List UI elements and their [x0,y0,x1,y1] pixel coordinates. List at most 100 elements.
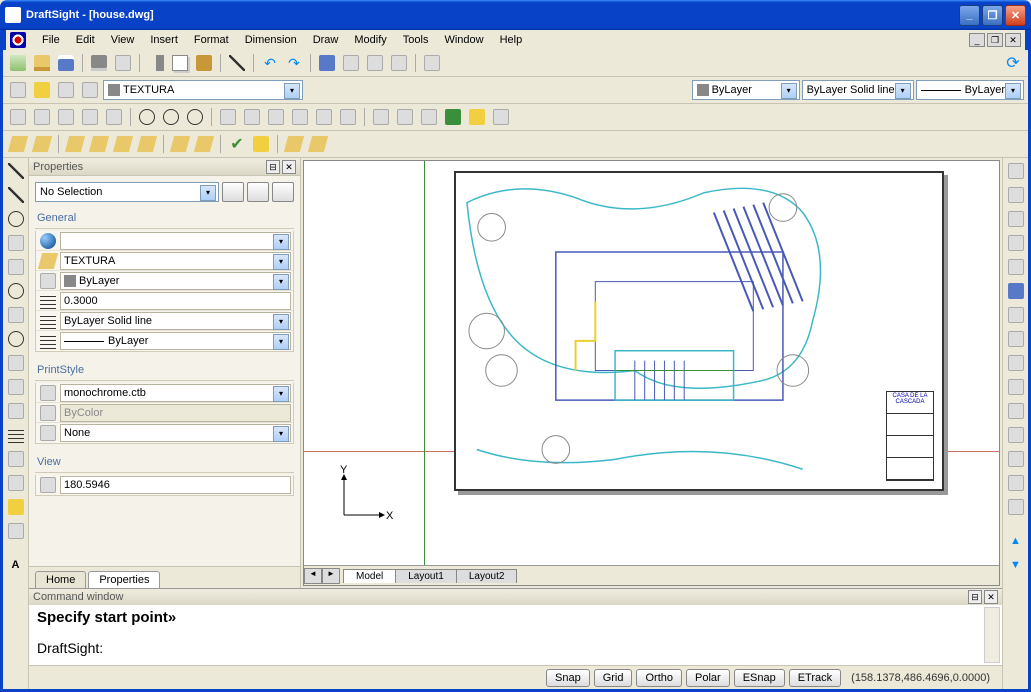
extend-button[interactable] [1005,400,1027,422]
dim-linear-button[interactable] [7,106,29,128]
status-esnap[interactable]: ESnap [734,669,785,687]
prop-linescale[interactable]: 0.3000 [60,292,291,310]
line-tool-button[interactable] [226,52,248,74]
text-a-button[interactable]: A [5,554,27,576]
properties-button[interactable] [421,52,443,74]
zoom-window-button[interactable] [364,52,386,74]
dim-update-button[interactable] [394,106,416,128]
panel-pin-button[interactable]: ⊟ [266,160,280,174]
dim-center-button[interactable] [136,106,158,128]
offset-button[interactable] [1005,232,1027,254]
prop-layer[interactable]: TEXTURA [60,252,291,270]
lm-refresh-button[interactable] [250,133,272,155]
layer-color-button[interactable] [79,79,101,101]
dim-break-button[interactable] [466,106,488,128]
explode-button[interactable] [1005,496,1027,518]
pan-button[interactable] [316,52,338,74]
dim-space-button[interactable] [490,106,512,128]
zoom-extents-button[interactable] [388,52,410,74]
prop-printstyle[interactable]: monochrome.ctb [60,384,291,402]
dim-continue-button[interactable] [241,106,263,128]
copy-button[interactable] [169,52,191,74]
status-etrack[interactable]: ETrack [789,669,841,687]
point-button[interactable] [5,376,27,398]
lm-btn-8[interactable] [193,133,215,155]
dim-diameter-button[interactable] [79,106,101,128]
layer-state-button[interactable] [7,79,29,101]
ellipse-arc-button[interactable] [5,352,27,374]
line-button[interactable] [5,160,27,182]
mdi-restore-button[interactable]: ❐ [987,33,1003,47]
region-button[interactable] [5,448,27,470]
dim-aligned-button[interactable] [31,106,53,128]
open-button[interactable] [31,52,53,74]
prop-linecolor[interactable]: ByLayer [60,272,291,290]
lm-btn-1[interactable] [7,133,29,155]
menu-dimension[interactable]: Dimension [237,32,305,48]
prop-hyperlink[interactable] [60,232,291,250]
status-polar[interactable]: Polar [686,669,730,687]
minimize-button[interactable]: _ [959,5,980,26]
nav-down-button[interactable]: ▼ [1005,554,1027,576]
menu-view[interactable]: View [103,32,143,48]
selection-combo[interactable]: No Selection [35,182,219,202]
dim-style-button[interactable] [370,106,392,128]
dim-leader-button[interactable] [160,106,182,128]
ellipse-button[interactable] [5,328,27,350]
select-objects-button[interactable] [247,182,269,202]
lm-btn-7[interactable] [169,133,191,155]
move-button[interactable] [1005,280,1027,302]
prop-lineweight[interactable]: ByLayer [60,332,291,350]
toggle-pim-button[interactable] [272,182,294,202]
spline-button[interactable] [5,304,27,326]
fillet-button[interactable] [1005,472,1027,494]
menu-edit[interactable]: Edit [68,32,103,48]
note-button[interactable] [5,496,27,518]
new-button[interactable] [7,52,29,74]
zoom-button[interactable] [340,52,362,74]
layer-freeze-button[interactable] [31,79,53,101]
drawing-canvas[interactable]: CASA DE LA CASCADA X Y [304,161,999,565]
save-button[interactable] [55,52,77,74]
rotate-button[interactable] [1005,304,1027,326]
lm-btn-4[interactable] [88,133,110,155]
dim-reassoc-button[interactable] [442,106,464,128]
prop-linestyle[interactable]: ByLayer Solid line [60,312,291,330]
refresh-button[interactable]: ⟳ [1002,52,1024,74]
close-button[interactable]: ✕ [1005,5,1026,26]
block-button[interactable] [5,400,27,422]
cmd-close-button[interactable]: ✕ [984,590,998,604]
maximize-button[interactable]: ❐ [982,5,1003,26]
status-ortho[interactable]: Ortho [636,669,682,687]
mdi-close-button[interactable]: ✕ [1005,33,1021,47]
paste-button[interactable] [193,52,215,74]
tab-model[interactable]: Model [343,569,396,583]
layer-lock-button[interactable] [55,79,77,101]
text-button[interactable] [5,472,27,494]
print-button[interactable] [88,52,110,74]
lm-check-button[interactable]: ✔ [226,133,248,155]
dim-jogged-button[interactable] [289,106,311,128]
lineweight-combo[interactable]: ByLayer [916,80,1024,100]
linestyle-combo[interactable]: ByLayer Solid line [802,80,914,100]
status-grid[interactable]: Grid [594,669,633,687]
menu-insert[interactable]: Insert [142,32,186,48]
dim-angular-button[interactable] [103,106,125,128]
hatch-button[interactable] [5,424,27,446]
nav-up-button[interactable]: ▲ [1005,530,1027,552]
menu-draw[interactable]: Draw [305,32,347,48]
dim-baseline-button[interactable] [217,106,239,128]
menu-modify[interactable]: Modify [346,32,394,48]
tab-properties[interactable]: Properties [88,571,160,588]
lm-btn-5[interactable] [112,133,134,155]
lm-btn-3[interactable] [64,133,86,155]
array-button[interactable] [1005,256,1027,278]
copy-obj-button[interactable] [1005,184,1027,206]
redo-button[interactable]: ↷ [283,52,305,74]
lm-btn-6[interactable] [136,133,158,155]
dim-edit-button[interactable] [337,106,359,128]
dim-ordinate-button[interactable] [184,106,206,128]
tab-home[interactable]: Home [35,571,86,588]
menu-tools[interactable]: Tools [395,32,437,48]
panel-close-button[interactable]: ✕ [282,160,296,174]
